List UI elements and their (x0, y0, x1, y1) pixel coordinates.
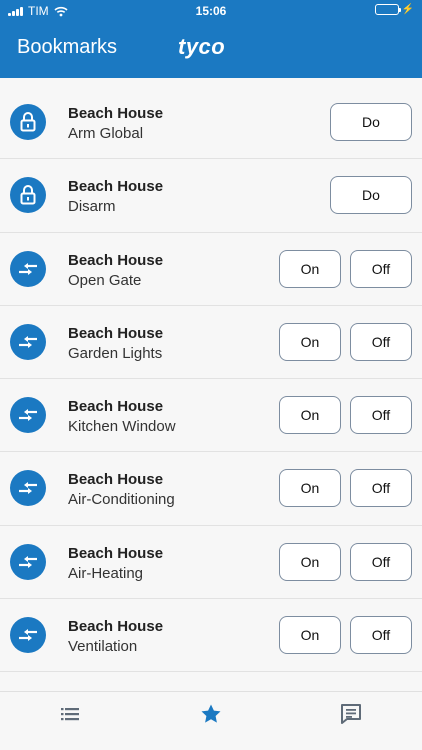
do-button[interactable]: Do (330, 103, 412, 141)
bookmark-title: Beach House (68, 618, 164, 636)
bookmark-action: Air-Conditioning (68, 491, 175, 509)
bookmark-row: Beach House Disarm Do (0, 159, 422, 233)
on-button[interactable]: On (279, 249, 341, 288)
bookmark-title: Beach House (68, 544, 164, 562)
switch-arrows-icon (10, 323, 46, 360)
bookmark-list[interactable]: Beach House Arm Global Do Beach House Disarm… (0, 86, 422, 691)
battery-icon (374, 4, 401, 15)
message-icon[interactable] (339, 702, 363, 726)
off-button[interactable]: Off (350, 616, 412, 655)
brand-logo: tyco (178, 34, 226, 59)
lock-icon (10, 104, 46, 140)
bookmark-row: Beach House Air-Conditioning On Off (0, 452, 422, 526)
switch-arrows-icon (10, 543, 46, 580)
switch-arrows-icon (10, 397, 46, 434)
bookmark-text: Beach House Air-Heating (68, 544, 163, 584)
bookmark-row: Beach House Arm Global Do (0, 86, 422, 160)
app-header: TIM 15:06 ⚡ Bookmarks tyco (0, 0, 422, 78)
bookmark-action: Disarm (68, 198, 116, 216)
bookmark-text: Beach House Kitchen Window (68, 397, 176, 437)
on-button[interactable]: On (279, 616, 341, 655)
on-button[interactable]: On (279, 469, 341, 508)
bookmark-text: Beach House Ventilation (68, 617, 163, 657)
bookmark-row: Beach House Air-Heating On Off (0, 526, 422, 600)
switch-arrows-icon (10, 250, 46, 287)
on-button[interactable]: On (279, 542, 341, 581)
switch-arrows-icon (10, 470, 46, 507)
bookmark-action: Garden Lights (68, 344, 163, 362)
page-title: Bookmarks (17, 36, 118, 58)
bookmark-text: Beach House Garden Lights (68, 324, 163, 364)
off-button[interactable]: Off (350, 322, 412, 361)
bookmark-action: Ventilation (68, 638, 138, 656)
tab-bar (0, 691, 422, 750)
star-icon[interactable] (199, 702, 223, 726)
bookmark-action: Air-Heating (68, 564, 144, 582)
lock-icon (10, 177, 46, 214)
bookmark-text: Beach House Open Gate (68, 251, 163, 291)
bookmark-action: Kitchen Window (68, 418, 176, 436)
bookmark-title: Beach House (68, 178, 164, 196)
bookmark-title: Beach House (68, 251, 164, 269)
do-button[interactable]: Do (330, 176, 412, 215)
charging-icon: ⚡ (401, 4, 414, 15)
off-button[interactable]: Off (350, 396, 412, 435)
on-button[interactable]: On (279, 322, 341, 361)
bookmark-text: Beach House Air-Conditioning (68, 470, 175, 510)
bookmark-title: Beach House (68, 105, 164, 122)
status-time: 15:06 (195, 4, 227, 18)
bookmark-row: Beach House Open Gate On Off (0, 233, 422, 306)
status-bar: TIM 15:06 ⚡ (0, 0, 422, 22)
off-button[interactable]: Off (350, 469, 412, 508)
list-icon[interactable] (58, 702, 82, 726)
bookmark-title: Beach House (68, 398, 164, 416)
bookmark-text: Beach House Arm Global (68, 104, 163, 144)
bookmark-text: Beach House Disarm (68, 177, 163, 217)
bookmark-title: Beach House (68, 324, 164, 342)
bookmark-row: Beach House Ventilation On Off (0, 599, 422, 673)
off-button[interactable]: Off (350, 542, 412, 581)
bookmark-title: Beach House (68, 471, 164, 489)
off-button[interactable]: Off (350, 249, 412, 288)
bookmark-action: Open Gate (68, 271, 142, 289)
bookmark-action: Arm Global (68, 125, 144, 142)
bookmark-row: Beach House Kitchen Window On Off (0, 379, 422, 453)
on-button[interactable]: On (279, 396, 341, 435)
switch-arrows-icon (10, 617, 46, 654)
bookmark-row: Beach House Garden Lights On Off (0, 306, 422, 380)
status-right: ⚡ (374, 4, 414, 15)
